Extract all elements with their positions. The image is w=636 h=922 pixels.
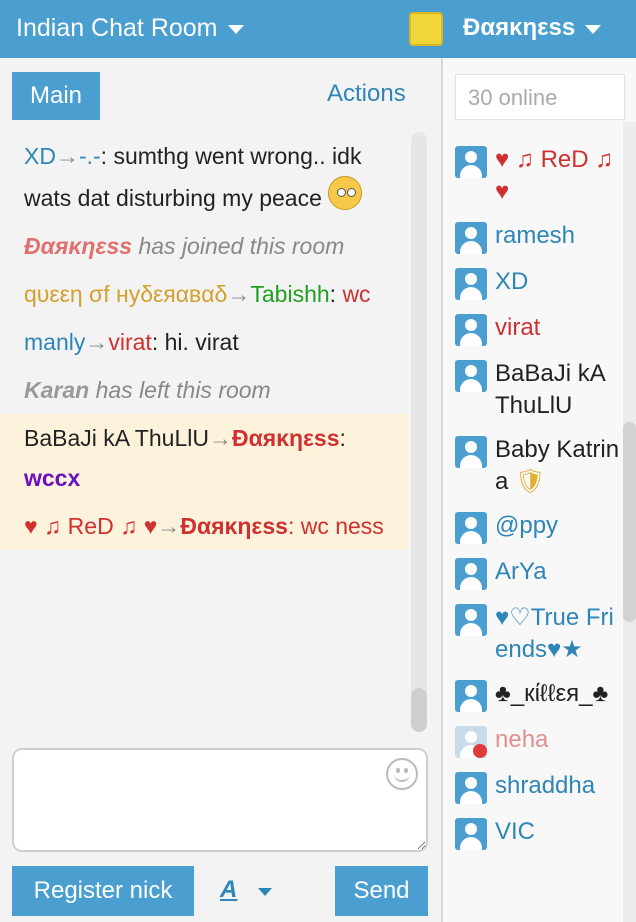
room-selector[interactable]: Indian Chat Room [16, 12, 244, 44]
user-list-item[interactable]: ramesh [443, 216, 621, 262]
room-title: Indian Chat Room [16, 14, 218, 42]
user-list-item[interactable]: @ppy [443, 506, 621, 552]
user-list-name: ♣_кίℓℓεя_♣ [495, 680, 609, 707]
shield-icon: 🛡 [508, 468, 546, 495]
message-sender[interactable]: ♥ ♫ ReD ♫ ♥ [24, 513, 157, 539]
message-recipient[interactable]: Tabishh [250, 281, 329, 307]
chat-message: BaBaJi kA ThuLlU→Ðαяκηεss: wccx [0, 414, 408, 502]
message-text: has left this room [89, 377, 271, 403]
online-count: 30 online [455, 74, 625, 120]
user-avatar-icon [455, 436, 487, 468]
user-menu[interactable]: Ðαяκηεss [463, 12, 602, 44]
chat-message: XD→-.-: sumthg went wrong.. idk wats dat… [0, 132, 408, 222]
user-list-name: neha [495, 726, 549, 753]
user-list-item[interactable]: ♣_кίℓℓεя_♣ [443, 674, 621, 720]
message-sender[interactable]: manly [24, 329, 85, 355]
message-text: : wc ness [287, 513, 384, 539]
top-bar: Indian Chat Room Ðαяκηεss [0, 0, 636, 58]
message-text: has joined this room [132, 233, 345, 259]
user-avatar-icon [455, 146, 487, 178]
scroll-thumb[interactable] [623, 422, 636, 622]
system-message: Ðαяκηεss has joined this room [0, 222, 408, 270]
user-avatar-icon [455, 512, 487, 544]
user-list-item[interactable]: XD [443, 262, 621, 308]
user-list-name: virat [495, 314, 541, 341]
register-nick-button[interactable]: Register nick [12, 866, 194, 916]
user-list-name: XD [495, 268, 529, 295]
user-avatar-icon [455, 604, 487, 636]
message-text: : [339, 425, 346, 451]
chevron-down-icon[interactable] [258, 888, 272, 896]
user-list-item[interactable]: Baby Katrina 🛡 [443, 430, 621, 506]
user-list-name: ramesh [495, 222, 576, 249]
system-message: Karan has left this room [0, 366, 408, 414]
user-avatar-icon [455, 222, 487, 254]
user-list-item[interactable]: VIC [443, 812, 621, 858]
user-list-name: shraddha [495, 772, 596, 799]
font-style-button[interactable]: A [220, 876, 237, 904]
message-user[interactable]: Karan [24, 377, 89, 403]
user-avatar-icon [455, 772, 487, 804]
user-list: ♥ ♫ ReD ♫ ♥ ramesh XD virat BaBaJi kA ThuLlU… [443, 140, 621, 858]
arrow-icon: → [208, 425, 232, 451]
arrow-icon: → [85, 329, 109, 355]
user-list-name: BaBaJi kA ThuLlU [495, 360, 605, 419]
message-sender[interactable]: XD [24, 143, 56, 169]
message-text: : hi. virat [151, 329, 239, 355]
user-list-item[interactable]: BaBaJi kA ThuLlU [443, 354, 621, 430]
message-input[interactable] [12, 748, 428, 852]
user-avatar-icon [455, 818, 487, 850]
message-recipient[interactable]: -.- [79, 143, 101, 169]
chat-message: ♥ ♫ ReD ♫ ♥→Ðαяκηεss: wc ness [0, 502, 408, 550]
actions-link[interactable]: Actions [327, 80, 406, 108]
user-list-item[interactable]: ♥ ♫ ReD ♫ ♥ [443, 140, 621, 216]
user-list-name: Baby Katrina 🛡 [495, 436, 620, 495]
user-avatar-icon [455, 314, 487, 346]
tab-main[interactable]: Main [12, 72, 100, 120]
user-list-name: @ppy [495, 512, 559, 539]
arrow-icon: → [55, 143, 79, 169]
user-list-item[interactable]: ♥♡True Friends♥★ [443, 598, 621, 674]
user-list-item[interactable]: ArYa [443, 552, 621, 598]
user-name: Ðαяκηεss [463, 14, 576, 41]
user-list-name: ♥ ♫ ReD ♫ ♥ [495, 146, 614, 205]
no-entry-icon [473, 744, 487, 758]
message-sender[interactable]: BaBaJi kA ThuLlU [24, 425, 209, 451]
arrow-icon: → [157, 513, 181, 539]
user-list-name: VIC [495, 818, 536, 845]
chat-message: qυεεη σf нуδεяαвαδ→Tabishh: wc [0, 270, 408, 318]
user-avatar-icon[interactable] [409, 12, 443, 46]
user-list-item[interactable]: virat [443, 308, 621, 354]
message-scrollbar[interactable] [411, 132, 427, 732]
message-user[interactable]: Ðαяκηεss [24, 233, 132, 259]
message-recipient[interactable]: Ðαяκηεss [180, 513, 288, 539]
message-recipient[interactable]: virat [108, 329, 151, 355]
message-text: : [329, 281, 343, 307]
user-avatar-icon [455, 268, 487, 300]
scroll-thumb[interactable] [411, 688, 427, 732]
chat-message: manly→virat: hi. virat [0, 318, 408, 366]
message-text: wccx [24, 465, 81, 491]
user-list-scrollbar[interactable] [623, 122, 636, 922]
message-list: XD→-.-: sumthg went wrong.. idk wats dat… [0, 132, 408, 732]
user-list-name: ♥♡True Friends♥★ [495, 604, 614, 663]
message-recipient[interactable]: Ðαяκηεss [232, 425, 340, 451]
send-button[interactable]: Send [335, 866, 428, 916]
user-list-name: ArYa [495, 558, 547, 585]
user-list-item[interactable]: shraddha [443, 766, 621, 812]
chevron-down-icon [227, 25, 244, 34]
user-list-panel: 30 online ♥ ♫ ReD ♫ ♥ ramesh XD virat BaBaJi… [443, 58, 636, 922]
message-sender[interactable]: qυεεη σf нуδεяαвαδ [24, 281, 227, 307]
chevron-down-icon [585, 25, 602, 34]
user-avatar-icon [455, 726, 487, 758]
arrow-icon: → [227, 281, 251, 307]
user-avatar-icon [455, 680, 487, 712]
confused-emoji-icon [327, 176, 362, 210]
message-text: wc [342, 281, 371, 307]
user-list-item[interactable]: neha [443, 720, 621, 766]
user-avatar-icon [455, 360, 487, 392]
user-avatar-icon [455, 558, 487, 590]
smiley-icon[interactable] [386, 758, 418, 790]
chat-panel: Main Actions XD→-.-: sumthg went wrong..… [0, 58, 441, 922]
